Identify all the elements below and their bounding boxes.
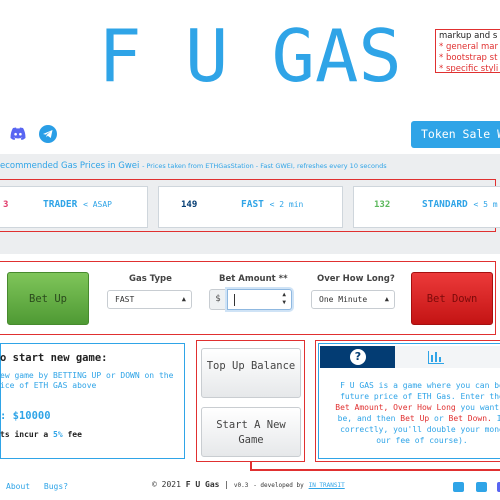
bugs-link[interactable]: Bugs? <box>44 482 68 491</box>
duration-select[interactable]: One Minute ▲ <box>311 290 395 309</box>
gas-card-value: 149 <box>181 200 198 210</box>
start-new-game-button[interactable]: Start A New Game <box>201 407 301 457</box>
recommended-subtitle: - Prices taken from ETHGasStation - Fast… <box>142 162 387 170</box>
note-line: * bootstrap st <box>439 53 498 63</box>
question-icon: ? <box>350 349 366 365</box>
note-line: * general mar <box>439 42 498 52</box>
gas-card-value: 3 <box>3 200 9 210</box>
bet-amount-input[interactable]: ▲ ▼ <box>227 289 292 310</box>
duration-value: One Minute <box>319 295 368 304</box>
footer-links: About Bugs? <box>6 482 77 491</box>
note-line: * specific styli <box>439 64 499 73</box>
top-up-balance-button[interactable]: Top Up Balance <box>201 348 301 398</box>
text-cursor <box>234 294 235 306</box>
note-line: markup and s <box>439 31 498 41</box>
gas-card-fast: 149 FAST < 2 min <box>158 186 343 228</box>
bar-chart-icon <box>428 351 444 364</box>
tab-chart[interactable] <box>395 346 500 368</box>
connector-line <box>250 469 500 471</box>
recommended-heading: ecommended Gas Prices in Gwei - Prices t… <box>0 161 500 171</box>
page-title: F U GAS <box>98 14 402 98</box>
token-sale-button[interactable]: Token Sale Wh <box>411 121 500 148</box>
gas-card-trader: 3 TRADER < ASAP <box>0 186 148 228</box>
balance-value: : $10000 <box>0 410 51 422</box>
twitter-icon[interactable] <box>453 482 464 492</box>
gas-type-select[interactable]: FAST ▲ <box>107 290 192 309</box>
start-text: ew game by BETTING UP or DOWN on the ice… <box>0 371 174 390</box>
tab-help[interactable]: ? <box>320 346 395 368</box>
gas-card-label: FAST < 2 min <box>241 199 304 210</box>
chevron-updown-icon: ▲ <box>181 295 186 303</box>
telegram-icon[interactable] <box>476 482 487 492</box>
discord-icon[interactable] <box>10 126 26 140</box>
gas-type-value: FAST <box>115 295 135 304</box>
gas-card-value: 132 <box>374 200 391 210</box>
gas-card-standard: 132 STANDARD < 5 m <box>353 186 500 228</box>
bet-up-button[interactable]: Bet Up <box>7 272 89 325</box>
info-text: F U GAS is a game where you can be futur… <box>335 381 500 445</box>
fee-note: ts incur a 5% fee <box>0 430 82 439</box>
recommended-title: ecommended Gas Prices in Gwei <box>0 161 140 171</box>
stepper-icon[interactable]: ▲ ▼ <box>282 291 286 307</box>
start-heading: o start new game: <box>0 352 108 364</box>
currency-addon: $ <box>209 289 227 310</box>
about-link[interactable]: About <box>6 482 30 491</box>
developer-link[interactable]: IN_TRANSIT <box>309 482 345 489</box>
chevron-updown-icon: ▲ <box>384 295 389 303</box>
duration-label: Over How Long? <box>317 274 395 284</box>
gas-card-label: TRADER < ASAP <box>43 199 112 210</box>
telegram-icon[interactable] <box>39 125 57 143</box>
footer-copyright: © 2021 F U Gas | v0.3 - developed by IN_… <box>152 480 345 489</box>
bet-amount-label: Bet Amount ** <box>219 274 288 284</box>
annotation-note: markup and s * general mar * bootstrap s… <box>435 29 500 73</box>
bet-down-button[interactable]: Bet Down <box>411 272 493 325</box>
gas-type-label: Gas Type <box>129 274 172 284</box>
gas-card-label: STANDARD < 5 m <box>422 199 498 210</box>
